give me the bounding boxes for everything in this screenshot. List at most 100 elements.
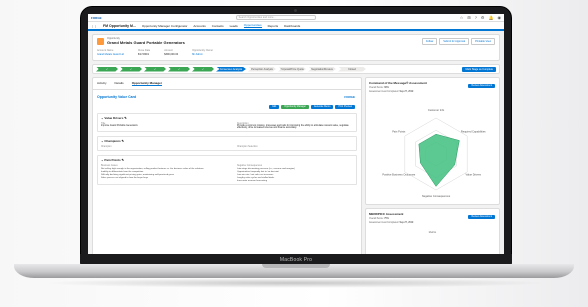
card-title[interactable]: ⌄ Champions ✎: [101, 139, 353, 143]
record-header: Opportunity Grand Metals Guard Portable …: [92, 34, 500, 61]
field-label: Amount: [164, 49, 173, 52]
value-card-title: Opportunity Value Card: [97, 95, 137, 99]
generate-memo-button[interactable]: Generate Memo: [310, 105, 334, 109]
path-stage-complete[interactable]: ✓: [144, 66, 166, 72]
add-icon[interactable]: ⊞: [467, 15, 470, 20]
overall-score: 66%: [384, 87, 389, 89]
nav-item-configurator[interactable]: Opportunity Manager Configurator: [142, 24, 188, 28]
opportunity-icon: [97, 38, 104, 45]
meta-label: Assessment Last Completed: [369, 91, 399, 93]
follow-button[interactable]: Follow: [422, 38, 438, 45]
print-preview-button[interactable]: Print Preview: [335, 105, 355, 109]
radar-chart: Customer Info Required Capabilities Value …: [382, 108, 486, 198]
field-value: Improve Guard Portable Generators: [101, 125, 138, 127]
field-value: Provide a common mission, processes and …: [237, 125, 349, 129]
path-stage-complete[interactable]: ✓: [192, 66, 214, 72]
path-stage[interactable]: Perception Analysis: [248, 66, 276, 72]
app-logo[interactable]: FORGE: [91, 16, 102, 20]
list-item: Late-stage discounting pressure (i.e., r…: [237, 168, 295, 170]
tab-details[interactable]: Details: [115, 81, 124, 86]
field-value[interactable]: Grand Metals Guard Ltd: [97, 53, 124, 56]
nav-item-opportunities[interactable]: Opportunities: [243, 23, 262, 28]
nav-item-reports[interactable]: Reports: [268, 24, 279, 28]
card-title[interactable]: ⌄ Value Drivers ✎: [101, 116, 353, 120]
global-header: FORGE Search Opportunities and more... ☆…: [88, 14, 504, 22]
list-item: Difficulty declining significant pricing…: [101, 174, 175, 176]
highlight-fields: Account Name Grand Metals Guard Ltd Clos…: [97, 49, 213, 56]
card-fields: Champion Champion Selection: [101, 146, 353, 148]
path-stage-complete[interactable]: ✓: [168, 66, 190, 72]
edit-button[interactable]: Edit: [269, 105, 280, 109]
path-stage[interactable]: Negotiation/Review: [308, 66, 336, 72]
list-item: Inaccurate revenue forecasting: [237, 180, 268, 182]
meddpicc-panel: MEDDPICC Assessment Overall Score: 75% A…: [365, 208, 500, 254]
panel-meta: Assessment Last Completed: Sep 27, 2019: [369, 222, 414, 224]
header-actions: Follow Submit for Approval Printable Vie…: [422, 38, 495, 45]
list-item: Inability to differentiate from the comp…: [101, 171, 144, 173]
list-item: Not selling high enough in the organizat…: [101, 168, 204, 170]
champions-card: ⌄ Champions ✎ Champion Champion Selectio…: [97, 136, 357, 151]
submit-approval-button[interactable]: Submit for Approval: [439, 38, 470, 45]
path-stage-complete[interactable]: ✓: [120, 66, 142, 72]
main-panel: Activity Details Opportunity Manager Opp…: [92, 77, 362, 254]
completed-date: Sep 27, 2019: [399, 91, 414, 93]
help-icon[interactable]: ?: [475, 15, 477, 20]
laptop-screen: FORGE Search Opportunities and more... ☆…: [88, 14, 504, 254]
header-icons: ☆ ⊞ ? ⚙ 🔔 ◉: [460, 15, 501, 20]
avatar[interactable]: ◉: [498, 15, 502, 20]
nav-item-leads[interactable]: Leads: [230, 24, 238, 28]
field-account: Account Name Grand Metals Guard Ltd: [97, 49, 124, 56]
radar-axis-label: Customer Info: [428, 108, 445, 112]
printable-view-button[interactable]: Printable View: [471, 38, 495, 45]
field-label: Champion: [101, 146, 112, 148]
radar-axis-label: Negative Consequences: [422, 194, 451, 198]
list-item: Opportunities frequently lost to 'no dec…: [237, 171, 280, 173]
command-message-panel: Command of the Message® Assessment Overa…: [365, 77, 500, 205]
nav-item-dashboards[interactable]: Dashboards: [284, 24, 300, 28]
field-col: Description Provide a common mission, pr…: [237, 123, 353, 129]
star-icon[interactable]: ☆: [460, 15, 464, 20]
panel-meta: Assessment Last Completed: Sep 27, 2019: [369, 91, 414, 93]
review-assessment-button[interactable]: Review Assessment: [468, 215, 495, 219]
bell-icon[interactable]: 🔔: [489, 15, 494, 20]
mark-stage-complete-button[interactable]: Mark Stage as Complete: [462, 66, 496, 72]
camera-icon: [294, 9, 297, 12]
list-item: Low win rate / net sale cost increases: [237, 174, 274, 176]
record-tabs: Activity Details Opportunity Manager: [93, 78, 361, 90]
meta-label: Assessment Last Completed: [369, 222, 399, 224]
field-label: Champion Selection: [237, 146, 258, 148]
card-title-text: Pain Points: [104, 158, 121, 162]
meddpicc-axis-label: Metrics: [428, 232, 437, 234]
path-stage-current[interactable]: Consensus Analysis: [216, 66, 246, 72]
path-stage-complete[interactable]: ✓: [96, 66, 118, 72]
photo-scene: FORGE Search Opportunities and more... ☆…: [0, 0, 588, 307]
field-label: Opportunity Owner: [192, 49, 214, 52]
path-stage[interactable]: Closed: [338, 66, 366, 72]
nav-item-contacts[interactable]: Contacts: [212, 24, 224, 28]
value-card-actions: Edit Opportunity Manager Generate Memo P…: [93, 105, 355, 109]
path-stage[interactable]: Proposal/Price Quote: [278, 66, 306, 72]
review-assessment-button[interactable]: Review Assessment: [468, 84, 495, 88]
tab-opportunity-manager[interactable]: Opportunity Manager: [131, 81, 163, 86]
global-search-input[interactable]: Search Opportunities and more...: [235, 15, 316, 20]
laptop-shadow: [40, 278, 548, 288]
tab-activity[interactable]: Activity: [97, 81, 107, 86]
card-title[interactable]: ⌄ Pain Points ✎: [101, 158, 353, 162]
record-title: Grand Metals Guard Portable Generators: [107, 40, 185, 45]
field-label: Close Date: [137, 49, 151, 52]
card-fields: Business Issues Not selling high enough …: [101, 165, 353, 182]
side-panels: Command of the Message® Assessment Overa…: [365, 77, 500, 254]
field-label: Negative Consequences: [237, 165, 263, 167]
gear-icon[interactable]: ⚙: [481, 15, 485, 20]
completed-date: Sep 27, 2019: [399, 222, 414, 224]
field-value[interactable]: Mr Admin: [192, 53, 213, 56]
app-launcher-icon[interactable]: ⋮⋮: [91, 24, 97, 28]
field-col: Title Improve Guard Portable Generators: [101, 123, 217, 129]
app-name: FM Opportunity M...: [103, 23, 136, 28]
list-item: Sales process not aligned to how the buy…: [101, 177, 149, 179]
nav-item-accounts[interactable]: Accounts: [193, 24, 205, 28]
radar-data-area: [418, 133, 460, 187]
opportunity-manager-button[interactable]: Opportunity Manager: [281, 105, 309, 109]
card-fields: Title Improve Guard Portable Generators …: [101, 123, 353, 129]
value-drivers-card: ⌄ Value Drivers ✎ Title Improve Guard Po…: [97, 113, 357, 132]
